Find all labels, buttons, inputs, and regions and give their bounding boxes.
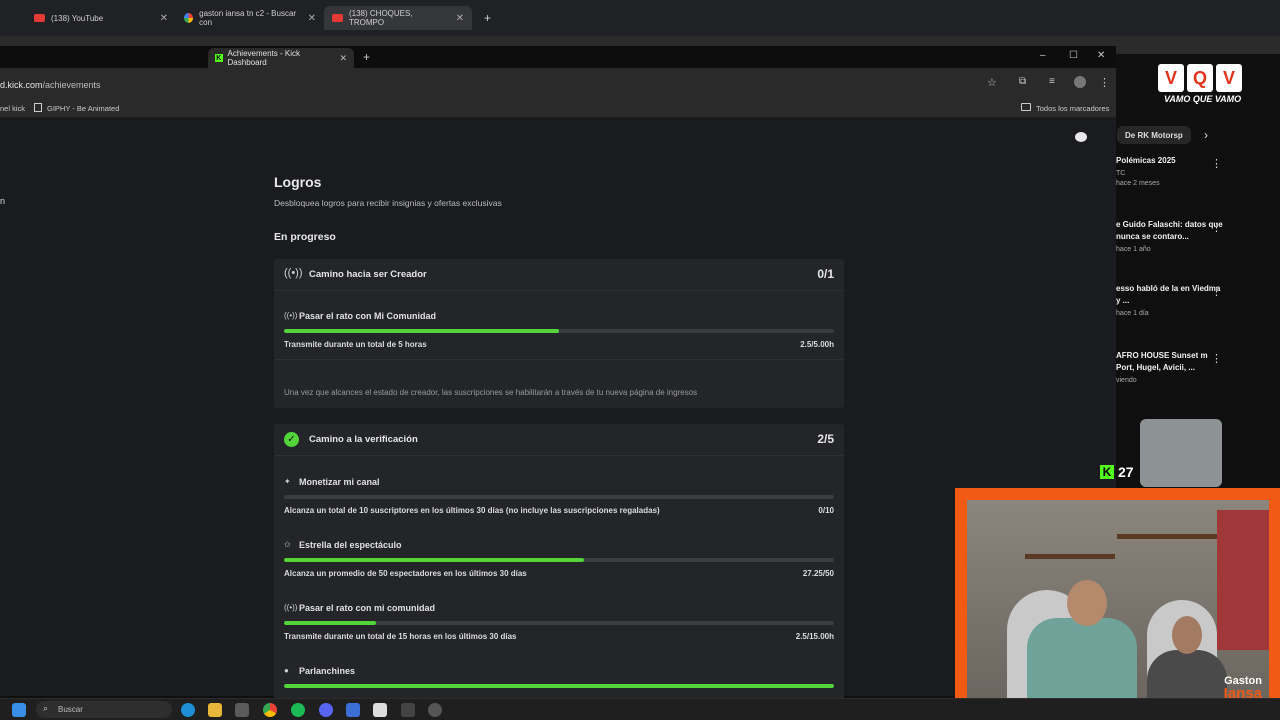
achievement-card-creator: ((•)) Camino hacia ser Creador 0/1 ((•))… bbox=[274, 259, 844, 408]
file-explorer-icon[interactable] bbox=[208, 703, 222, 717]
folder-icon bbox=[1021, 103, 1031, 111]
progress-bar bbox=[284, 495, 834, 499]
achievements-page: Logros Desbloquea logros para recibir in… bbox=[0, 120, 1116, 714]
edge-icon[interactable] bbox=[181, 703, 195, 717]
sparkle-icon: ✦ bbox=[284, 477, 291, 486]
bg-tab-choques[interactable]: (138) CHOQUES, TROMPO ✕ bbox=[324, 6, 472, 30]
more-options-icon[interactable]: ⋮ bbox=[1211, 352, 1222, 365]
app-icon[interactable] bbox=[401, 703, 415, 717]
toolbar: d.kick.com/achievements ☆ ⧉ ≡ ⋮ bbox=[0, 68, 1116, 98]
extensions-icon[interactable]: ⧉ bbox=[1019, 76, 1026, 87]
more-options-icon[interactable]: ⋮ bbox=[1211, 221, 1222, 234]
video-item[interactable]: Polémicas 2025 TC hace 2 meses ⋮ bbox=[1116, 155, 1280, 187]
close-icon[interactable]: ✕ bbox=[339, 53, 347, 64]
bg-tab-youtube[interactable]: (138) YouTube ✕ bbox=[26, 6, 176, 30]
background-browser-tabbar: (138) YouTube ✕ gaston iansa tn c2 - Bus… bbox=[0, 0, 1280, 36]
page-subtitle: Desbloquea logros para recibir insignias… bbox=[274, 198, 502, 208]
video-thumbnail[interactable] bbox=[1140, 419, 1222, 487]
youtube-icon bbox=[332, 14, 343, 22]
obs-icon[interactable] bbox=[428, 703, 442, 717]
store-icon[interactable] bbox=[235, 703, 249, 717]
card-header[interactable]: ((•)) Camino hacia ser Creador 0/1 bbox=[274, 259, 844, 291]
tab-achievements[interactable]: K Achievements - Kick Dashboard ✕ bbox=[208, 48, 354, 68]
address-bar[interactable]: d.kick.com/achievements bbox=[0, 80, 101, 90]
video-item[interactable]: e Guido Falaschi: datos que nunca se con… bbox=[1116, 219, 1224, 253]
all-bookmarks[interactable]: Todos los marcadores bbox=[1036, 104, 1109, 113]
youtube-icon bbox=[34, 14, 45, 22]
chrome-icon[interactable] bbox=[263, 703, 277, 717]
video-item[interactable]: esso habló de la en Viedma y ... hace 1 … bbox=[1116, 283, 1224, 317]
floating-widget-icon[interactable] bbox=[1075, 132, 1087, 142]
taskbar-search[interactable]: ⌕ Buscar bbox=[36, 701, 172, 718]
bg-tab-google[interactable]: gaston iansa tn c2 - Buscar con ✕ bbox=[176, 6, 324, 30]
filter-chip[interactable]: De RK Motorsp bbox=[1117, 126, 1191, 144]
progress-bar bbox=[284, 558, 834, 562]
bookmark-star-icon[interactable]: ☆ bbox=[987, 76, 997, 89]
new-tab-button[interactable]: + bbox=[476, 6, 499, 30]
document-icon bbox=[34, 103, 42, 112]
tab-bar: K Achievements - Kick Dashboard ✕ + – ☐ … bbox=[0, 46, 1116, 68]
video-item[interactable]: AFRO HOUSE Sunset m Port, Hugel, Avicii,… bbox=[1116, 350, 1224, 384]
windows-start-icon[interactable] bbox=[12, 703, 26, 717]
section-title: En progreso bbox=[274, 231, 336, 243]
menu-icon[interactable]: ⋮ bbox=[1099, 76, 1110, 89]
close-icon[interactable]: ✕ bbox=[160, 13, 168, 24]
close-icon[interactable]: ✕ bbox=[456, 13, 464, 24]
minimize-icon[interactable]: – bbox=[1040, 50, 1046, 61]
capcut-icon[interactable] bbox=[373, 703, 387, 717]
bookmark-item[interactable]: nel kick bbox=[0, 104, 25, 113]
webcam-overlay: Gaston Iansa bbox=[955, 488, 1280, 720]
card-header[interactable]: ✓ Camino a la verificación 2/5 bbox=[274, 424, 844, 456]
bookmark-item[interactable]: GIPHY - Be Animated bbox=[47, 104, 119, 113]
progress-bar bbox=[284, 329, 834, 333]
search-icon: ⌕ bbox=[43, 703, 49, 713]
broadcast-icon: ((•)) bbox=[284, 267, 303, 279]
more-options-icon[interactable]: ⋮ bbox=[1211, 157, 1222, 170]
more-options-icon[interactable]: ⋮ bbox=[1211, 285, 1222, 298]
chat-bubble-icon: ● bbox=[284, 666, 289, 675]
broadcast-icon: ((•)) bbox=[284, 603, 298, 612]
star-person-icon: ✩ bbox=[284, 540, 291, 549]
stream-logo-overlay: V Q V VAMO QUE VAMO bbox=[1158, 64, 1244, 108]
maximize-icon[interactable]: ☐ bbox=[1069, 50, 1078, 61]
achievement-card-verification: ✓ Camino a la verificación 2/5 ✦ Monetiz… bbox=[274, 424, 844, 714]
kick-icon: K bbox=[1100, 465, 1114, 479]
viewer-count: K 27 bbox=[1100, 464, 1134, 480]
discord-icon[interactable] bbox=[319, 703, 333, 717]
verified-badge-icon: ✓ bbox=[284, 432, 299, 447]
kick-icon: K bbox=[215, 54, 223, 62]
taskbar: ⌕ Buscar bbox=[0, 698, 1280, 720]
spotify-icon[interactable] bbox=[291, 703, 305, 717]
sidebar-fragment: n bbox=[0, 196, 6, 206]
card-note: Una vez que alcances el estado de creado… bbox=[284, 388, 698, 397]
close-icon[interactable]: ✕ bbox=[308, 13, 316, 24]
divider bbox=[274, 359, 844, 360]
streamer-name: Gaston Iansa bbox=[1223, 675, 1262, 702]
progress-bar bbox=[284, 621, 834, 625]
close-window-icon[interactable]: ✕ bbox=[1097, 50, 1105, 61]
media-control-icon[interactable]: ≡ bbox=[1049, 76, 1055, 87]
app-icon[interactable] bbox=[346, 703, 360, 717]
profile-avatar[interactable] bbox=[1074, 76, 1086, 88]
browser-window: K Achievements - Kick Dashboard ✕ + – ☐ … bbox=[0, 46, 1116, 714]
broadcast-icon: ((•)) bbox=[284, 311, 298, 320]
chevron-right-icon[interactable]: › bbox=[1204, 128, 1208, 142]
google-icon bbox=[184, 13, 194, 23]
page-title: Logros bbox=[274, 174, 322, 190]
new-tab-button[interactable]: + bbox=[363, 50, 370, 64]
bookmarks-bar: nel kick GIPHY - Be Animated Todos los m… bbox=[0, 98, 1116, 118]
progress-bar bbox=[284, 684, 834, 688]
